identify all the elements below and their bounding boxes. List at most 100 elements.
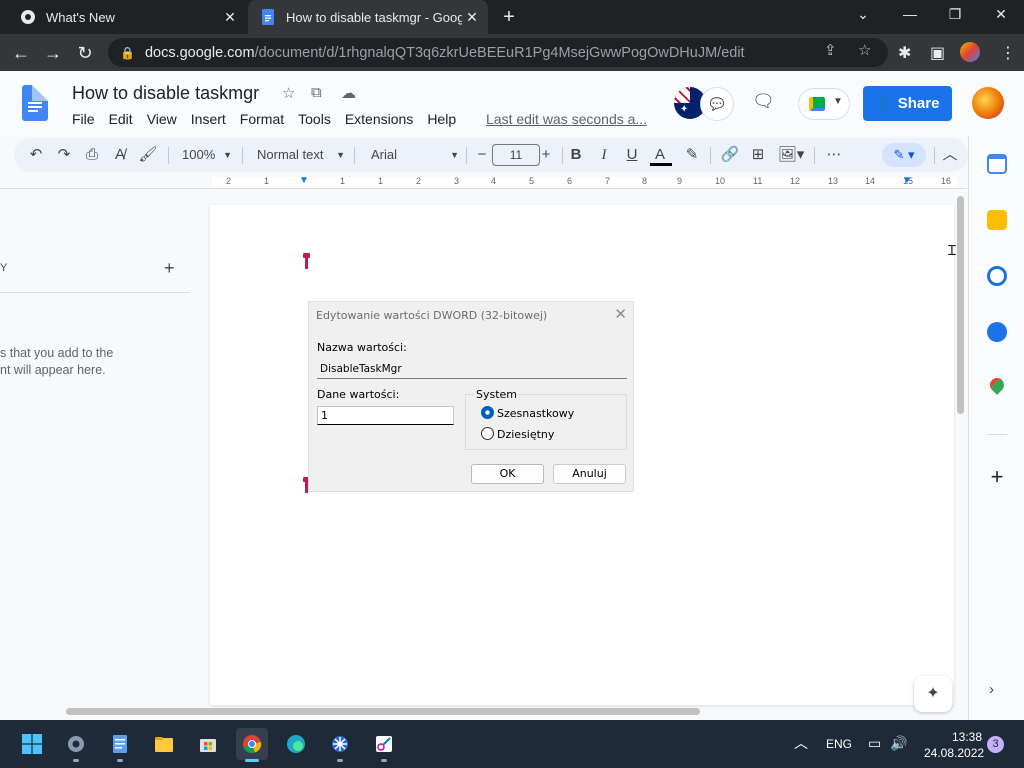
horizontal-ruler[interactable]: 2 1 1 1 2 3 4 5 6 7 8 9 10 11 12 13 14 1… [0, 175, 967, 189]
italic-icon[interactable]: I [594, 144, 614, 166]
minimize-icon[interactable]: — [898, 6, 922, 22]
file-explorer-app[interactable] [148, 728, 180, 760]
menu-file[interactable]: File [72, 111, 95, 127]
address-bar[interactable]: 🔒 docs.google.com /document/d/1rhgnalqQT… [108, 38, 888, 67]
bookmark-star-icon[interactable]: ☆ [858, 41, 871, 59]
highlight-icon[interactable]: ✎ [682, 144, 702, 166]
clock[interactable]: 13:38 24.08.2022 [924, 729, 984, 761]
tab-google-docs[interactable]: How to disable taskmgr - Google Docs ✕ [248, 0, 488, 34]
move-folder-icon[interactable]: ⧉ [311, 84, 322, 101]
maps-icon[interactable] [987, 375, 1007, 395]
last-edit-link[interactable]: Last edit was seconds a... [486, 111, 647, 127]
close-tab-icon[interactable]: ✕ [462, 9, 482, 26]
teams-app[interactable] [324, 728, 356, 762]
keep-icon[interactable] [987, 210, 1007, 230]
chrome-app[interactable] [236, 728, 268, 762]
cloud-saved-icon[interactable]: ☁ [341, 84, 356, 102]
embedded-dialog-image[interactable]: Edytowanie wartości DWORD (32-bitowej) ✕… [308, 301, 634, 492]
share-button[interactable]: 👤 Share [863, 86, 952, 121]
side-panel-divider [987, 434, 1007, 435]
vertical-scrollbar[interactable] [957, 196, 964, 414]
notepad-icon [113, 735, 127, 753]
decrease-font-size-icon[interactable]: − [472, 144, 492, 166]
increase-font-size-icon[interactable]: + [536, 144, 556, 166]
close-tab-icon[interactable]: ✕ [220, 9, 240, 26]
profile-avatar[interactable] [960, 42, 980, 62]
user-avatar[interactable] [972, 87, 1004, 119]
forward-icon[interactable]: → [42, 42, 64, 64]
bold-icon[interactable]: B [566, 144, 586, 166]
add-addon-icon[interactable]: + [987, 464, 1007, 490]
extensions-puzzle-icon[interactable]: ✱ [898, 43, 911, 63]
undo-icon[interactable]: ↶ [26, 144, 46, 166]
comments-icon[interactable]: 🗨 [752, 91, 775, 112]
snipping-tool-app[interactable] [368, 728, 400, 762]
ruler-page-area [212, 177, 957, 188]
document-title[interactable]: How to disable taskmgr [72, 83, 259, 104]
right-indent-marker[interactable]: ▼ [902, 175, 912, 186]
menu-view[interactable]: View [147, 111, 177, 127]
start-button[interactable] [16, 728, 48, 760]
tray-overflow-icon[interactable]: ︿ [794, 733, 808, 753]
ruler-tick: 5 [529, 176, 535, 186]
share-page-icon[interactable]: ⇪ [824, 41, 837, 59]
more-options-icon[interactable]: ⋯ [824, 144, 844, 166]
star-icon[interactable]: ☆ [282, 84, 295, 102]
docs-logo-icon[interactable] [22, 85, 48, 121]
restore-icon[interactable]: ❐ [943, 6, 967, 23]
spellcheck-icon[interactable]: A̸ [110, 144, 130, 166]
tab-whats-new[interactable]: What's New ✕ [8, 0, 246, 34]
style-select[interactable]: Normal text ▼ [257, 144, 345, 166]
editing-mode-button[interactable]: ✎ ▾ [882, 143, 926, 167]
menu-help[interactable]: Help [427, 111, 456, 127]
font-size-input[interactable]: 11 [492, 144, 540, 166]
chevron-right-icon[interactable]: › [989, 681, 994, 698]
notepad-app[interactable] [104, 728, 136, 762]
menu-kebab-icon[interactable]: ⋮ [1000, 43, 1016, 63]
side-panel-icon[interactable]: ▣ [930, 43, 945, 63]
network-icon[interactable]: ▭ [868, 735, 881, 752]
tasks-icon[interactable] [987, 266, 1007, 286]
contacts-icon[interactable] [987, 322, 1007, 342]
chat-icon[interactable]: 💬 [700, 87, 734, 121]
back-icon[interactable]: ← [10, 42, 32, 64]
left-indent-marker[interactable]: ▼ [299, 175, 309, 186]
print-icon[interactable]: ⎙ [82, 144, 102, 166]
font-select[interactable]: Arial ▼ [371, 144, 459, 166]
ruler-tick: 12 [790, 176, 801, 186]
close-icon: ✕ [614, 305, 627, 323]
redo-icon[interactable]: ↷ [54, 144, 74, 166]
underline-icon[interactable]: U [622, 144, 642, 166]
lock-icon[interactable]: 🔒 [120, 46, 135, 60]
menu-extensions[interactable]: Extensions [345, 111, 413, 127]
add-summary-icon[interactable]: + [164, 258, 175, 279]
edge-app[interactable] [280, 728, 312, 760]
docs-icon [260, 9, 276, 25]
close-window-icon[interactable]: ✕ [989, 6, 1013, 23]
explore-icon[interactable]: ✦ [914, 676, 952, 712]
insert-image-icon[interactable]: 🖼▾ [776, 144, 806, 166]
paint-format-icon[interactable]: 🖌 [138, 144, 158, 166]
new-tab-icon[interactable]: + [498, 6, 520, 29]
meet-button[interactable]: ▼ [798, 88, 850, 120]
add-comment-icon[interactable]: ⊞ [748, 144, 768, 166]
dialog-title: Edytowanie wartości DWORD (32-bitowej) [316, 309, 548, 322]
volume-icon[interactable]: 🔊 [890, 735, 907, 752]
menu-edit[interactable]: Edit [109, 111, 133, 127]
horizontal-scrollbar[interactable] [66, 708, 700, 715]
menu-tools[interactable]: Tools [298, 111, 331, 127]
chevron-down-icon: ▼ [450, 150, 459, 160]
link-icon[interactable]: 🔗 [720, 144, 740, 166]
ruler-tick: 4 [491, 176, 497, 186]
settings-app[interactable] [60, 728, 92, 762]
store-app[interactable] [192, 728, 224, 760]
reload-icon[interactable]: ↻ [74, 42, 96, 64]
menu-insert[interactable]: Insert [191, 111, 226, 127]
collapse-menus-icon[interactable]: ︿ [940, 144, 960, 166]
language-indicator[interactable]: ENG [826, 737, 852, 751]
notification-badge[interactable]: 3 [987, 736, 1004, 753]
zoom-select[interactable]: 100% ▼ [182, 144, 232, 166]
menu-format[interactable]: Format [240, 111, 284, 127]
tab-search-icon[interactable]: ⌄ [851, 6, 875, 23]
calendar-icon[interactable] [987, 154, 1007, 174]
